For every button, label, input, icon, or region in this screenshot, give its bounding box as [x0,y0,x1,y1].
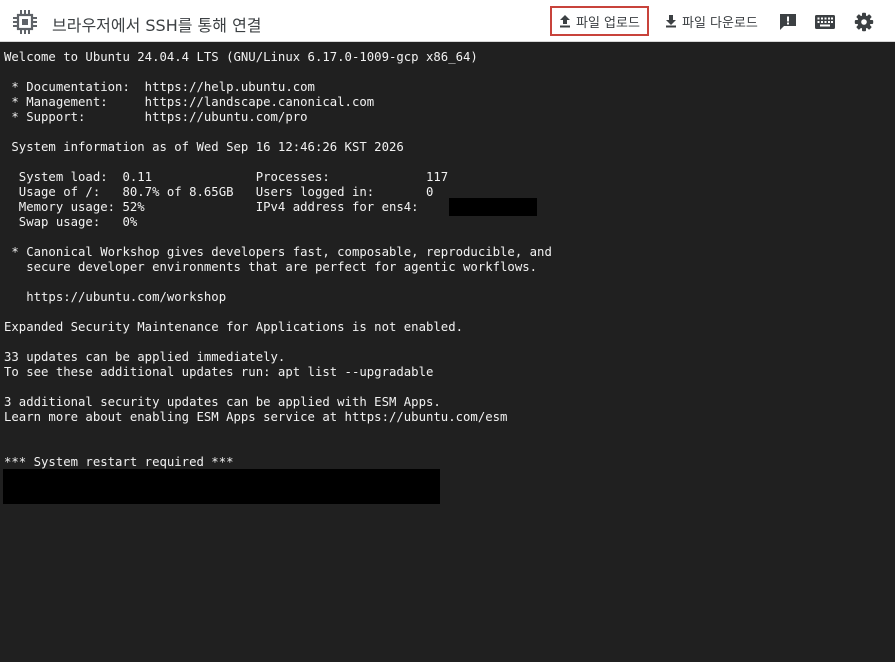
terminal-line: Expanded Security Maintenance for Applic… [4,320,464,334]
terminal-line: https://ubuntu.com/workshop [4,290,227,304]
terminal-line: Usage of /: 80.7% of 8.65GB Users logged… [4,185,434,199]
upload-file-button[interactable]: 파일 업로드 [550,6,649,36]
upload-icon [560,15,570,28]
window-title: 브라우저에서 SSH를 통해 연결 [52,16,262,35]
terminal-line: 33 updates can be applied immediately. [4,350,286,364]
terminal-line: To see these additional updates run: apt… [4,365,434,379]
terminal-line: secure developer environments that are p… [4,260,538,274]
terminal-line: Swap usage: 0% [4,215,138,229]
terminal-line: System information as of Wed Sep 16 12:4… [4,140,404,154]
terminal-line: System load: 0.11 Processes: 117 [4,170,449,184]
redacted-ip-address [449,198,537,216]
terminal-line: * Support: https://ubuntu.com/pro [4,110,308,124]
terminal-line: * Management: https://landscape.canonica… [4,95,375,109]
terminal-line: 3 additional security updates can be app… [4,395,441,409]
upload-file-label: 파일 업로드 [576,15,640,31]
chip-icon [13,10,37,34]
download-icon [666,15,676,28]
terminal-line: * Documentation: https://help.ubuntu.com [4,80,315,94]
keyboard-icon[interactable] [814,12,836,32]
terminal-line: * Canonical Workshop gives developers fa… [4,245,552,259]
terminal-line: Memory usage: 52% IPv4 address for ens4: [4,200,426,214]
download-file-button[interactable]: 파일 다운로드 [660,6,760,36]
redacted-region [3,469,440,504]
terminal-line: *** System restart required *** [4,455,234,469]
download-file-label: 파일 다운로드 [682,15,758,31]
terminal-output[interactable]: Welcome to Ubuntu 24.04.4 LTS (GNU/Linux… [0,43,895,662]
toolbar: 브라우저에서 SSH를 통해 연결 파일 업로드 파일 다운로드 [0,0,895,42]
feedback-icon[interactable] [778,12,798,32]
terminal-line: Learn more about enabling ESM Apps servi… [4,410,508,424]
terminal-line: Welcome to Ubuntu 24.04.4 LTS (GNU/Linux… [4,50,478,64]
gear-icon[interactable] [854,12,874,32]
